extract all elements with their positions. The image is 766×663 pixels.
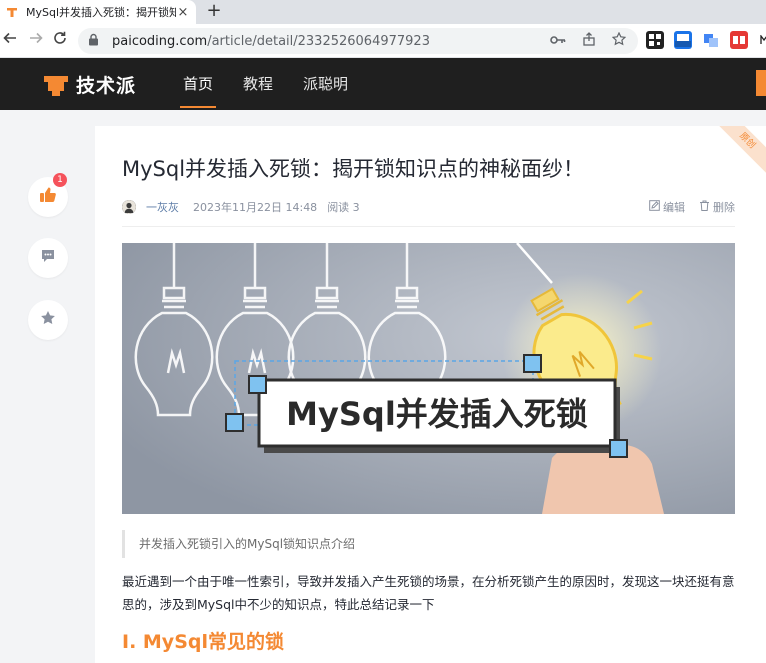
article-card: 原创 MySql并发插入死锁：揭开锁知识点的神秘面纱！ 一灰灰 2023年11月… — [95, 126, 766, 663]
key-icon[interactable] — [550, 34, 566, 49]
comment-button[interactable] — [28, 238, 68, 278]
article-title: MySql并发插入死锁：揭开锁知识点的神秘面纱！ — [122, 157, 585, 181]
comment-icon — [40, 248, 56, 268]
logo-text: 技术派 — [76, 75, 137, 97]
tab-close-icon[interactable]: × — [176, 5, 190, 20]
site-favicon-icon — [6, 6, 18, 18]
markdown-extension-icon[interactable] — [758, 31, 766, 49]
article-meta: 一灰灰 2023年11月22日 14:48 阅读 3 编辑 删除 — [122, 198, 735, 216]
edit-label: 编辑 — [663, 201, 685, 214]
bookmark-star-icon[interactable] — [611, 31, 627, 50]
new-extension-icon[interactable] — [674, 31, 692, 49]
share-icon[interactable] — [582, 32, 596, 50]
lock-icon — [88, 33, 102, 50]
nav-item-home[interactable]: 首页 — [179, 58, 217, 110]
like-count-badge: 1 — [53, 173, 67, 187]
nav-item-tutorials[interactable]: 教程 — [243, 58, 273, 110]
browser-tab[interactable]: MySql并发插入死锁：揭开锁知识点 × — [0, 0, 196, 24]
delete-label: 删除 — [713, 201, 735, 214]
translate-extension-icon[interactable] — [702, 31, 720, 49]
trash-icon — [699, 200, 710, 214]
url-path: /article/detail/2332526064977923 — [207, 33, 430, 49]
back-arrow-icon[interactable] — [0, 30, 20, 50]
original-badge: 原创 — [713, 126, 766, 175]
url-host: paicoding.com — [112, 33, 208, 49]
edit-button[interactable]: 编辑 — [649, 199, 685, 215]
article-paragraph: 最近遇到一个由于唯一性索引，导致并发插入产生死锁的场景，在分析死锁产生的原因时，… — [122, 574, 735, 612]
meta-divider — [122, 226, 735, 227]
address-bar[interactable]: paicoding.com/article/detail/23325260649… — [78, 28, 638, 54]
read-count: 阅读 3 — [327, 201, 360, 214]
article-summary: 并发插入死锁引入的MySql锁知识点介绍 — [122, 530, 735, 558]
tab-title: MySql并发插入死锁：揭开锁知识点 — [26, 6, 176, 19]
delete-button[interactable]: 删除 — [699, 199, 735, 215]
qr-code-extension-icon[interactable] — [646, 31, 664, 49]
edit-icon — [649, 200, 660, 214]
favorite-button[interactable] — [28, 300, 68, 340]
author-avatar[interactable] — [122, 200, 136, 214]
reload-icon[interactable] — [50, 30, 70, 50]
like-button[interactable]: 1 — [28, 173, 68, 217]
header-accent-button[interactable] — [756, 70, 766, 96]
section-heading: I. MySql常见的锁 — [122, 631, 284, 653]
forward-arrow-icon[interactable] — [26, 30, 46, 50]
main-nav: 首页 教程 派聪明 — [179, 58, 378, 110]
extensions-area — [646, 31, 766, 49]
publish-date: 2023年11月22日 14:48 — [193, 201, 318, 214]
author-name[interactable]: 一灰灰 — [146, 199, 179, 215]
article-cover-image: MySql并发插入死锁 — [122, 243, 735, 514]
site-header: 技术派 首页 教程 派聪明 — [0, 58, 766, 110]
cover-title-text: MySql并发插入死锁 — [286, 395, 588, 433]
site-logo[interactable]: 技术派 — [42, 71, 136, 98]
logo-mark-icon — [42, 72, 70, 98]
thumbs-up-icon — [39, 186, 57, 208]
nav-item-paicongming[interactable]: 派聪明 — [303, 58, 348, 110]
browser-toolbar: paicoding.com/article/detail/23325260649… — [0, 24, 766, 58]
fe-extension-icon[interactable] — [730, 31, 748, 49]
browser-tab-strip: MySql并发插入死锁：揭开锁知识点 × + — [0, 0, 766, 24]
star-icon — [40, 310, 56, 330]
new-tab-button[interactable]: + — [204, 1, 224, 21]
